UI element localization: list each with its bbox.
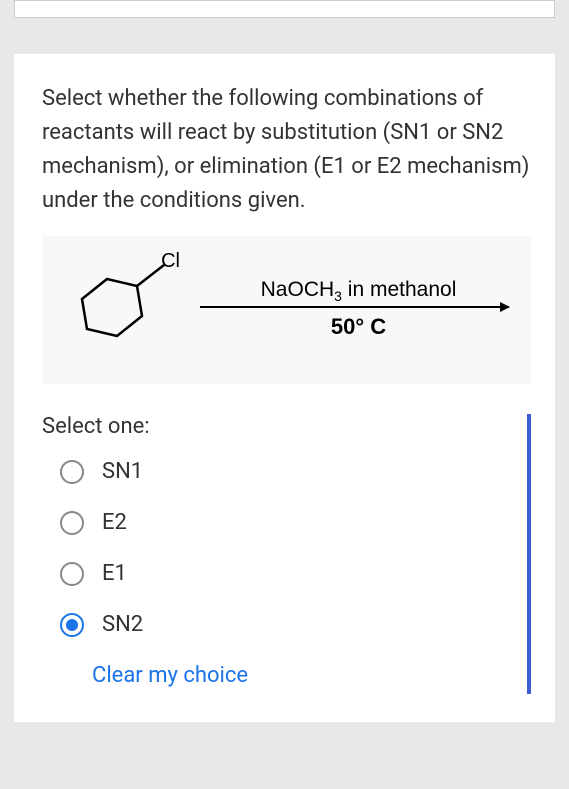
temperature-text: 50° C <box>200 314 517 340</box>
option-label: E1 <box>102 561 127 586</box>
option-e1[interactable]: E1 <box>60 561 515 586</box>
substrate-structure: Cl <box>52 254 182 364</box>
radio-icon[interactable] <box>60 511 84 535</box>
radio-icon[interactable] <box>60 562 84 586</box>
question-card: Select whether the following combination… <box>14 54 555 722</box>
radio-icon[interactable] <box>60 460 84 484</box>
option-sn1[interactable]: SN1 <box>60 459 515 484</box>
reaction-arrow-block: NaOCH3 in methanol 50° C <box>200 278 517 340</box>
question-text: Select whether the following combination… <box>42 82 531 218</box>
select-one-label: Select one: <box>42 414 515 439</box>
option-label: SN2 <box>102 612 143 637</box>
reagent-post: in methanol <box>342 278 456 301</box>
reaction-diagram: Cl NaOCH3 in methanol 50° C <box>42 236 531 384</box>
clear-choice-link[interactable]: Clear my choice <box>92 663 248 688</box>
option-e2[interactable]: E2 <box>60 510 515 535</box>
reagent-sub: 3 <box>334 288 342 304</box>
answer-block: Select one: SN1 E2 E1 SN2 Clear my choic… <box>42 414 531 694</box>
top-bar <box>14 0 555 18</box>
reagent-pre: NaOCH <box>261 278 335 301</box>
leaving-group-label: Cl <box>161 250 180 273</box>
option-label: E2 <box>102 510 127 535</box>
option-label: SN1 <box>102 459 143 484</box>
option-sn2[interactable]: SN2 <box>60 612 515 637</box>
reagent-text: NaOCH3 in methanol <box>200 278 517 304</box>
radio-icon[interactable] <box>60 613 84 637</box>
reaction-arrow-icon <box>200 306 509 308</box>
